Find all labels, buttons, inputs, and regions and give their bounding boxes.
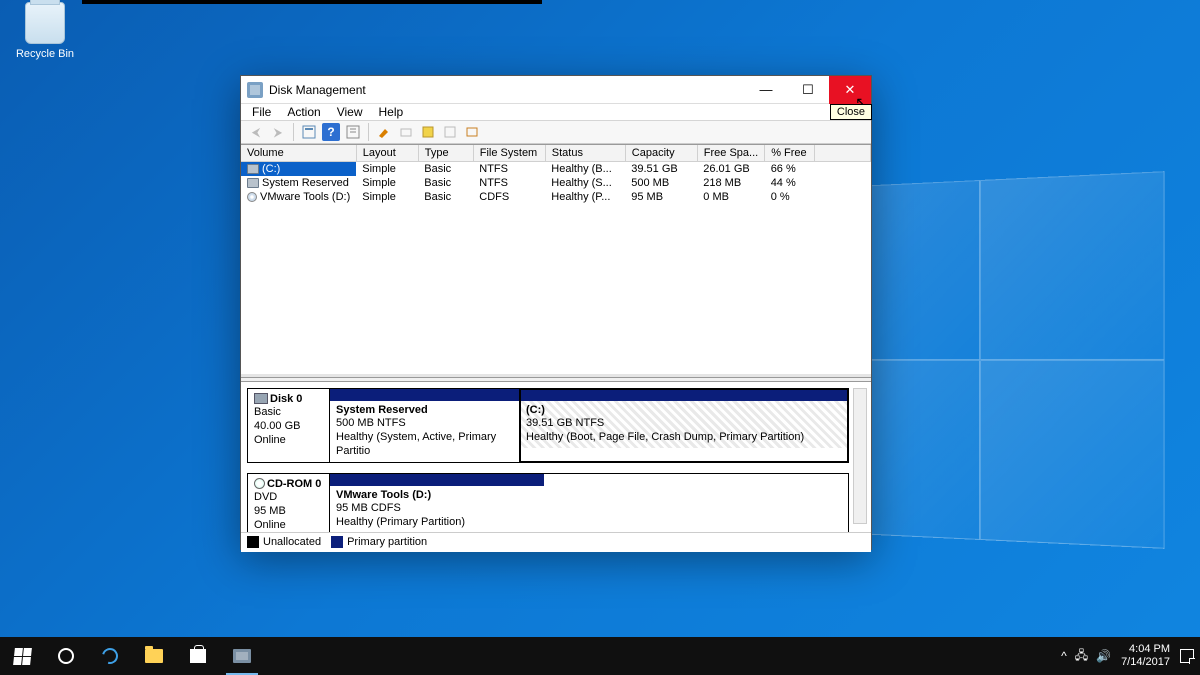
menu-view[interactable]: View (330, 104, 370, 120)
disk-management-taskbar-button[interactable] (220, 637, 264, 675)
back-button[interactable]: ⮜ (247, 123, 265, 141)
legend: Unallocated Primary partition (241, 532, 871, 552)
cortana-button[interactable] (44, 637, 88, 675)
col-volume[interactable]: Volume (241, 145, 356, 162)
menu-file[interactable]: File (245, 104, 278, 120)
app-icon (247, 82, 263, 98)
tray-network-icon[interactable]: 🖧 (1075, 646, 1088, 667)
col-fs[interactable]: File System (473, 145, 545, 162)
disk-management-window: Disk Management — ☐ ✕ ↖ Close File Actio… (240, 75, 872, 550)
hdd-icon (247, 164, 259, 174)
action1-button[interactable] (375, 123, 393, 141)
action3-button[interactable] (419, 123, 437, 141)
refresh-button[interactable] (344, 123, 362, 141)
tray-chevron-icon[interactable]: ^ (1061, 649, 1067, 663)
close-button[interactable]: ✕ ↖ (829, 76, 871, 104)
menu-help[interactable]: Help (372, 104, 411, 120)
graphical-scrollbar[interactable] (853, 388, 867, 524)
close-tooltip: Close (830, 104, 872, 120)
file-explorer-button[interactable] (132, 637, 176, 675)
col-status[interactable]: Status (545, 145, 625, 162)
edge-button[interactable] (88, 637, 132, 675)
clock[interactable]: 4:04 PM 7/14/2017 (1121, 643, 1170, 668)
disk-row: CD-ROM 0DVD95 MBOnlineVMware Tools (D:)9… (247, 473, 849, 538)
action2-button[interactable] (397, 123, 415, 141)
col-free[interactable]: Free Spa... (697, 145, 764, 162)
action4-button[interactable] (441, 123, 459, 141)
volume-row[interactable]: System ReservedSimpleBasicNTFSHealthy (S… (241, 176, 871, 190)
partition[interactable]: System Reserved500 MB NTFSHealthy (Syste… (330, 389, 520, 462)
toolbar: ⮜ ⮞ ? (241, 121, 871, 144)
clock-date: 7/14/2017 (1121, 656, 1170, 669)
titlebar[interactable]: Disk Management — ☐ ✕ ↖ Close (241, 76, 871, 104)
disk-row: Disk 0Basic40.00 GBOnlineSystem Reserved… (247, 388, 849, 463)
tray-volume-icon[interactable]: 🔊 (1096, 649, 1111, 663)
legend-primary: Primary partition (347, 536, 427, 548)
recycle-bin-label: Recycle Bin (10, 48, 80, 60)
minimize-button[interactable]: — (745, 76, 787, 104)
partition[interactable]: (C:)39.51 GB NTFSHealthy (Boot, Page Fil… (520, 389, 848, 462)
help-button[interactable]: ? (322, 123, 340, 141)
legend-unallocated: Unallocated (263, 536, 321, 548)
col-layout[interactable]: Layout (356, 145, 418, 162)
volume-row[interactable]: VMware Tools (D:)SimpleBasicCDFSHealthy … (241, 190, 871, 204)
tray[interactable]: ^ 🖧 🔊 (1061, 646, 1111, 667)
clock-time: 4:04 PM (1121, 643, 1170, 656)
forward-button[interactable]: ⮞ (269, 123, 287, 141)
col-capacity[interactable]: Capacity (625, 145, 697, 162)
start-button[interactable] (0, 637, 44, 675)
disk-header[interactable]: CD-ROM 0DVD95 MBOnline (247, 473, 329, 538)
action-center-icon[interactable] (1180, 649, 1194, 663)
action5-button[interactable] (463, 123, 481, 141)
menubar: File Action View Help (241, 104, 871, 121)
partition[interactable]: VMware Tools (D:)95 MB CDFSHealthy (Prim… (330, 474, 544, 537)
window-title: Disk Management (269, 83, 366, 97)
hdd-icon (247, 178, 259, 188)
hdd-icon (254, 393, 268, 404)
cd-icon (247, 192, 257, 202)
disk-header[interactable]: Disk 0Basic40.00 GBOnline (247, 388, 329, 463)
maximize-button[interactable]: ☐ (787, 76, 829, 104)
taskbar: ^ 🖧 🔊 4:04 PM 7/14/2017 (0, 637, 1200, 675)
cd-icon (254, 478, 265, 489)
properties-button[interactable] (300, 123, 318, 141)
menu-action[interactable]: Action (280, 104, 327, 120)
recycle-bin[interactable]: Recycle Bin (10, 2, 80, 60)
disk-graphical-view: Disk 0Basic40.00 GBOnlineSystem Reserved… (241, 382, 871, 552)
col-pct[interactable]: % Free (765, 145, 815, 162)
volume-list[interactable]: Volume Layout Type File System Status Ca… (241, 145, 871, 377)
col-type[interactable]: Type (418, 145, 473, 162)
recycle-bin-icon (25, 2, 65, 44)
letterbox-top (82, 0, 542, 4)
volume-row[interactable]: (C:)SimpleBasicNTFSHealthy (B...39.51 GB… (241, 162, 871, 176)
store-button[interactable] (176, 637, 220, 675)
